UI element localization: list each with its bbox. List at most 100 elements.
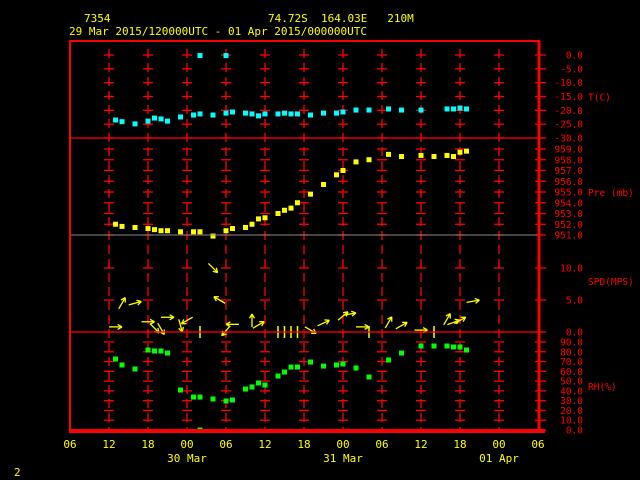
pressure-tick-label: 951.0: [554, 231, 583, 242]
wind-arrow: [118, 297, 126, 310]
rh-point: [191, 394, 196, 400]
temperature-point: [145, 118, 151, 124]
temperature-tick-label: -25.0: [554, 120, 583, 131]
temperature-point: [418, 107, 424, 113]
rh-point: [308, 359, 313, 365]
temperature-point: [249, 111, 255, 117]
pressure-point: [444, 152, 450, 158]
date-label: 30 Mar: [167, 452, 207, 465]
right-axes: 12 18 00 06 12 18 00 06 12 18 00 06 06 30 Mar 31 Mar 01…: [63, 51, 633, 466]
rh-point: [464, 347, 469, 353]
pressure-point: [431, 154, 437, 160]
rh-point: [353, 365, 359, 371]
x-tick-label: 18: [297, 438, 310, 451]
x-tick-label: 00: [180, 438, 193, 451]
pressure-point: [158, 228, 164, 234]
pressure-point: [152, 227, 157, 233]
pressure-point: [399, 154, 404, 160]
pressure-tick-label: 956.0: [554, 177, 583, 188]
temperature-tick-label: -30.0: [554, 134, 583, 145]
rh-point: [399, 350, 404, 356]
temperature-point: [178, 114, 183, 120]
pressure-point: [113, 221, 118, 227]
rh-point: [275, 373, 281, 379]
rh-point: [152, 348, 157, 354]
pressure-tick-label: 953.0: [554, 209, 583, 220]
temperature-tick-label: 0.0: [566, 51, 583, 62]
wind-arrow: [443, 313, 451, 326]
wind-arrow: [252, 321, 265, 329]
wind-arrow: [384, 316, 393, 329]
temperature-point: [340, 109, 346, 115]
pressure-point: [295, 200, 300, 206]
temperature-point: [282, 110, 287, 116]
wind-arrow: [161, 314, 175, 321]
x-tick-label: 18: [453, 438, 466, 451]
temperature-point: [262, 111, 268, 117]
wind-arrow-head: [350, 310, 357, 314]
rh-point: [386, 357, 391, 363]
temperature-point: [464, 106, 469, 112]
rh-point: [295, 364, 300, 370]
pressure-tick-label: 958.0: [554, 155, 583, 166]
temperature-point: [444, 106, 450, 112]
temperature-point: [288, 111, 294, 117]
rh-axis-label: RH(%): [588, 382, 617, 393]
rh-point: [321, 363, 326, 369]
rh-point: [132, 366, 138, 372]
temperature-point: [399, 107, 404, 113]
pressure-tick-label: 954.0: [554, 198, 583, 209]
wind-arrow: [317, 319, 330, 327]
temperature-point: [451, 106, 456, 112]
temperature-point: [230, 109, 235, 115]
pressure-point: [340, 168, 346, 173]
rh-point: [340, 361, 346, 367]
pressure-point: [418, 152, 424, 158]
wind-axis-label: SPD(MPS): [588, 277, 634, 288]
temperature-point: [256, 113, 261, 119]
wind-arrow: [221, 325, 231, 337]
pressure-point: [191, 229, 196, 235]
pressure-point: [145, 226, 151, 232]
temperature-point: [275, 111, 281, 117]
x-tick-label: 06: [375, 438, 388, 451]
temperature-axis-label: T(C): [588, 93, 611, 104]
wind-tick-label: 5.0: [566, 296, 583, 307]
pressure-point: [353, 159, 359, 165]
pressure-point: [321, 181, 326, 187]
temperature-tick-label: -5.0: [560, 64, 583, 75]
rh-point: [223, 398, 229, 404]
rh-point: [119, 362, 125, 368]
pressure-point: [178, 229, 183, 235]
pressure-point: [282, 207, 287, 213]
rh-point: [230, 397, 235, 403]
temperature-point: [223, 53, 229, 59]
plot-frame: [69, 40, 545, 433]
temperature-point: [119, 119, 125, 125]
pressure-tick-label: 955.0: [554, 188, 583, 199]
wind-arrow-head: [136, 299, 142, 303]
rh-point: [418, 343, 424, 349]
temperature-point: [152, 115, 157, 121]
pressure-point: [197, 229, 203, 235]
wind-arrow: [466, 297, 480, 304]
temperature-point: [158, 116, 164, 122]
temperature-point: [353, 107, 359, 113]
time-period: 29 Mar 2015/120000UTC - 01 Apr 2015/0000…: [69, 25, 367, 38]
pressure-point: [288, 205, 294, 211]
wind-arrow: [248, 313, 256, 327]
rh-point: [197, 394, 203, 400]
temperature-point: [386, 106, 391, 112]
wind-arrow-head: [181, 326, 185, 333]
pressure-point: [366, 157, 372, 163]
rh-point: [165, 350, 170, 356]
pressure-point: [334, 172, 339, 178]
temperature-point: [295, 111, 300, 117]
x-tick-label: 12: [414, 438, 427, 451]
temperature-point: [223, 110, 229, 116]
pressure-tick-label: 952.0: [554, 220, 583, 231]
temperature-point: [321, 110, 326, 116]
wind-arrow-head: [342, 311, 349, 314]
rh-point: [288, 364, 294, 370]
temperature-point: [334, 110, 339, 116]
